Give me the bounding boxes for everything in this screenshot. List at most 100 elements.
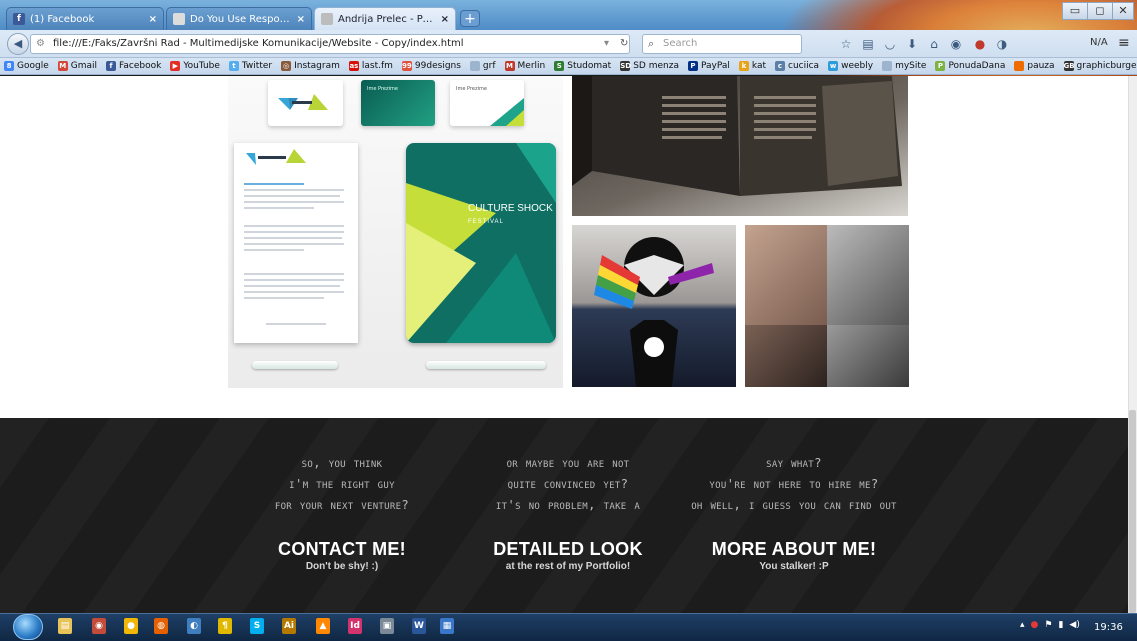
bookmark-pauza[interactable]: pauza bbox=[1014, 61, 1055, 71]
taskbar-clock: 19:36 bbox=[1094, 622, 1123, 633]
page-favicon-icon bbox=[321, 13, 333, 25]
bookmark-last-fm[interactable]: as last.fm bbox=[348, 61, 393, 71]
bookmark-label: mySite bbox=[895, 61, 927, 71]
tab-label: Do You Use Responsive Web D... bbox=[190, 13, 291, 25]
bookmark-cuciica[interactable]: c cuciica bbox=[775, 61, 819, 71]
page-info-icon[interactable]: ⚙ bbox=[36, 38, 48, 50]
more-about-me-subtitle: You stalker! :P bbox=[759, 561, 829, 572]
taskbar-app-grey-icon[interactable]: ▣ bbox=[380, 618, 394, 634]
bookmark-label: 99designs bbox=[414, 61, 461, 71]
search-input[interactable]: ⌕ Search bbox=[642, 34, 802, 54]
tab-personal-website[interactable]: Andrija Prelec - Personal Websi... × bbox=[314, 7, 456, 30]
sync-icon[interactable]: ◑ bbox=[994, 36, 1010, 52]
bookmark-kat[interactable]: k kat bbox=[738, 61, 766, 71]
bookmark-favicon-icon: t bbox=[228, 61, 239, 71]
book-layout-tile[interactable] bbox=[572, 76, 908, 216]
portrait-bw bbox=[827, 225, 909, 325]
bookmark-twitter[interactable]: t Twitter bbox=[228, 61, 272, 71]
portrait-small-bw bbox=[827, 325, 909, 387]
volume-icon[interactable]: ◀) bbox=[1069, 620, 1079, 630]
bookmark-label: last.fm bbox=[361, 61, 393, 71]
taskbar-explorer-icon[interactable]: ▤ bbox=[58, 618, 72, 634]
bookmark-paypal[interactable]: P PayPal bbox=[687, 61, 730, 71]
taskbar-skype-icon[interactable]: S bbox=[250, 618, 264, 634]
taskbar-firefox-icon[interactable]: ◍ bbox=[154, 618, 168, 634]
bookmark-label: graphicburger bbox=[1076, 61, 1137, 71]
branded-pen bbox=[426, 361, 546, 369]
bookmark-sd-menza[interactable]: SD SD menza bbox=[620, 61, 679, 71]
download-icon[interactable]: ⬇ bbox=[904, 36, 920, 52]
close-tab-icon[interactable]: × bbox=[441, 14, 449, 25]
portrait-photography-tile[interactable] bbox=[745, 225, 909, 387]
close-tab-icon[interactable]: × bbox=[297, 14, 305, 25]
bookmark-label: SD menza bbox=[633, 61, 679, 71]
bookmark-label: kat bbox=[751, 61, 766, 71]
taskbar-chrome-icon[interactable]: ● bbox=[124, 618, 138, 634]
bookmark-label: PonudaDana bbox=[948, 61, 1006, 71]
bookmark-facebook[interactable]: f Facebook bbox=[106, 61, 161, 71]
minimize-button[interactable]: ▭ bbox=[1062, 2, 1088, 20]
footer-line: Oh well, I guess you can find out bbox=[691, 497, 897, 512]
pocket-icon[interactable]: ◡ bbox=[882, 36, 898, 52]
bookmark-label: PayPal bbox=[700, 61, 730, 71]
search-placeholder: Search bbox=[663, 38, 698, 49]
bookmark-favicon-icon: S bbox=[554, 61, 565, 71]
reading-list-icon[interactable]: ▤ bbox=[860, 36, 876, 52]
portrait-color bbox=[745, 225, 827, 325]
close-window-button[interactable]: ✕ bbox=[1112, 2, 1134, 20]
tray-arrow-icon[interactable]: ▴ bbox=[1020, 620, 1025, 630]
bookmark-grf[interactable]: grf bbox=[469, 61, 496, 71]
taskbar-word-icon[interactable]: W bbox=[412, 618, 426, 634]
wolf-logo-tshirt-tile[interactable] bbox=[572, 225, 736, 387]
bookmark-instagram[interactable]: ◎ Instagram bbox=[281, 61, 340, 71]
scrollbar-thumb[interactable] bbox=[1129, 410, 1136, 613]
taskbar-illustrator-icon[interactable]: Ai bbox=[282, 618, 296, 634]
bookmark-favicon-icon: M bbox=[57, 61, 68, 71]
search-icon: ⌕ bbox=[648, 37, 655, 50]
tab-responsive-web-design[interactable]: Do You Use Responsive Web D... × bbox=[166, 7, 312, 30]
adblock-icon[interactable]: ● bbox=[972, 36, 988, 52]
footer-column-about: Say what? You're not here to hire me? Oh… bbox=[654, 452, 934, 572]
taskbar-indesign-icon[interactable]: Id bbox=[348, 618, 362, 634]
bookmark-99designs[interactable]: 99 99designs bbox=[401, 61, 461, 71]
bookmark-label: Merlin bbox=[517, 61, 546, 71]
back-button[interactable]: ◀ bbox=[7, 33, 29, 55]
bookmark-weebly[interactable]: w weebly bbox=[828, 61, 873, 71]
tray-signal-icon[interactable]: ▮ bbox=[1058, 620, 1063, 630]
more-about-me-link[interactable]: MORE ABOUT ME! bbox=[654, 539, 934, 560]
bookmark-google[interactable]: 8 Google bbox=[4, 61, 49, 71]
bookmark-label: Studomat bbox=[567, 61, 612, 71]
bookmark-youtube[interactable]: ▶ YouTube bbox=[170, 61, 220, 71]
taskbar-media-icon[interactable]: ◉ bbox=[92, 618, 106, 634]
bookmark-label: pauza bbox=[1027, 61, 1055, 71]
bookmark-merlin[interactable]: M Merlin bbox=[504, 61, 546, 71]
tab-facebook[interactable]: f (1) Facebook × bbox=[6, 7, 164, 30]
bookmark-mysite[interactable]: mySite bbox=[882, 61, 926, 71]
new-tab-button[interactable]: + bbox=[460, 10, 480, 27]
extension-icon[interactable]: ◉ bbox=[948, 36, 964, 52]
card-name: Ime Prezime bbox=[367, 86, 398, 92]
close-tab-icon[interactable]: × bbox=[149, 14, 157, 25]
bookmark-gmail[interactable]: M Gmail bbox=[57, 61, 97, 71]
bookmark-favicon-icon: f bbox=[106, 61, 117, 71]
taskbar-photoshop-bridge-icon[interactable]: ◐ bbox=[187, 618, 201, 634]
tab-label: Andrija Prelec - Personal Websi... bbox=[338, 13, 435, 25]
reload-icon[interactable]: ↻ bbox=[620, 34, 628, 54]
bookmark-star-icon[interactable]: ☆ bbox=[838, 36, 854, 52]
bookmark-studomat[interactable]: S Studomat bbox=[554, 61, 611, 71]
bookmark-ponudadana[interactable]: P PonudaDana bbox=[935, 61, 1005, 71]
start-button[interactable] bbox=[13, 614, 43, 640]
bookmark-label: Facebook bbox=[119, 61, 162, 71]
tray-app-icon[interactable]: ● bbox=[1031, 620, 1039, 630]
hamburger-menu-icon[interactable]: ≡ bbox=[1118, 35, 1130, 51]
home-icon[interactable]: ⌂ bbox=[926, 36, 942, 52]
taskbar-vlc-icon[interactable]: ▲ bbox=[316, 618, 330, 634]
tray-network-icon[interactable]: ⚑ bbox=[1044, 620, 1052, 630]
maximize-button[interactable]: ◻ bbox=[1087, 2, 1113, 20]
dropdown-arrow-icon[interactable]: ▾ bbox=[604, 34, 609, 54]
url-bar[interactable]: ⚙ file:///E:/Faks/Završni Rad - Multimed… bbox=[30, 34, 630, 54]
taskbar-app-yellow-icon[interactable]: ¶ bbox=[218, 618, 232, 634]
culture-shock-branding-tile[interactable]: Ime Prezime Ime Prezime CULTURE SHOCK FE… bbox=[228, 76, 563, 388]
taskbar-app-blue-icon[interactable]: ▦ bbox=[440, 618, 454, 634]
bookmark-graphicburger[interactable]: GB graphicburger bbox=[1063, 61, 1137, 71]
